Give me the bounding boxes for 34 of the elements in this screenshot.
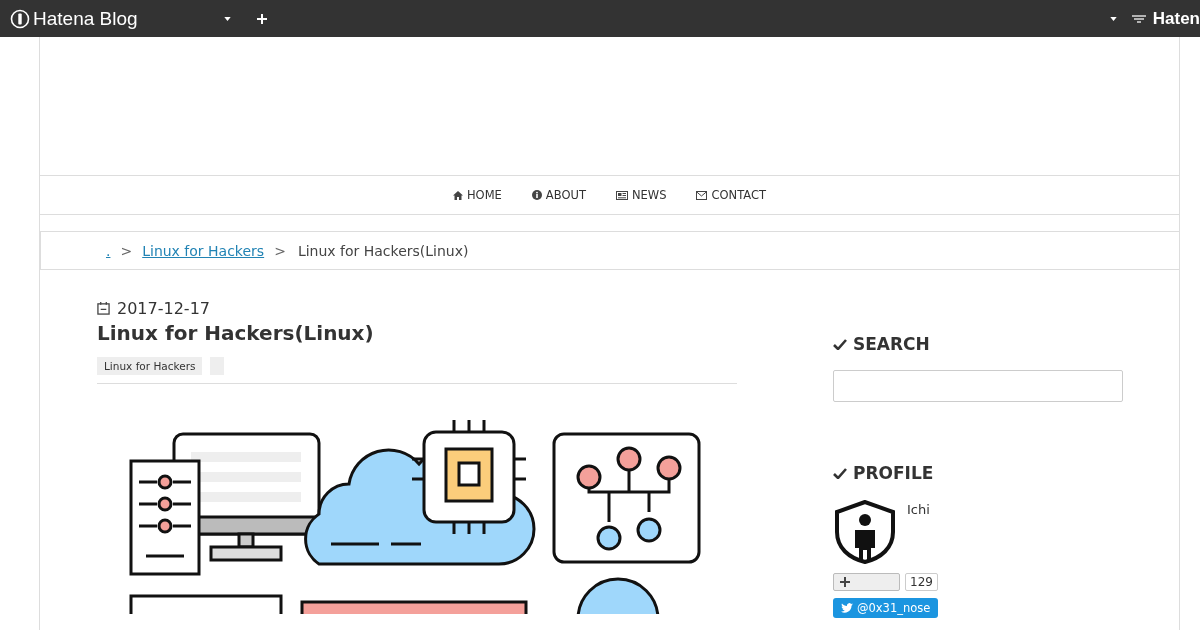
- bird-icon: [841, 603, 853, 613]
- check-icon: [833, 338, 847, 350]
- subscribe-button[interactable]: [833, 573, 900, 591]
- nav-link[interactable]: ABOUT: [531, 188, 586, 202]
- breadcrumb-link[interactable]: Linux for Hackers: [142, 242, 265, 259]
- nav-link[interactable]: NEWS: [615, 188, 667, 202]
- breadcrumb-link[interactable]: .: [106, 242, 111, 259]
- nav-link[interactable]: CONTACT: [696, 188, 766, 202]
- check-icon: [833, 467, 847, 479]
- home-icon: [452, 190, 463, 200]
- section-heading-text: PROFILE: [853, 463, 934, 483]
- breadcrumb-separator: >: [120, 242, 133, 259]
- breadcrumb-current: Linux for Hackers(Linux): [297, 242, 469, 259]
- post-date: 2017-12-17: [117, 299, 210, 318]
- plus-icon: [840, 577, 850, 587]
- envelope-icon: [696, 190, 708, 200]
- profile-name[interactable]: Ichi: [907, 502, 930, 564]
- category-tag[interactable]: Linux for Hackers: [97, 357, 203, 375]
- search-field[interactable]: [833, 370, 1123, 402]
- plus-icon[interactable]: [256, 13, 267, 24]
- nav-link[interactable]: HOME: [452, 188, 502, 202]
- logo-icon: [10, 8, 30, 29]
- post-title[interactable]: Linux for Hackers(Linux): [97, 321, 737, 345]
- subscriber-count: 129: [905, 573, 938, 591]
- breadcrumb-separator: >: [274, 242, 286, 259]
- caret-icon[interactable]: [223, 16, 231, 21]
- caret-icon[interactable]: [1109, 16, 1117, 21]
- info-icon: [531, 190, 542, 200]
- calendar-icon: [97, 302, 110, 315]
- logo-text[interactable]: Haten: [1152, 8, 1200, 29]
- section-heading-text: SEARCH: [853, 334, 930, 354]
- newspaper-icon: [615, 190, 628, 200]
- avatar-silhouette-icon[interactable]: [833, 500, 897, 564]
- logo-text[interactable]: Hatena Blog: [33, 7, 138, 30]
